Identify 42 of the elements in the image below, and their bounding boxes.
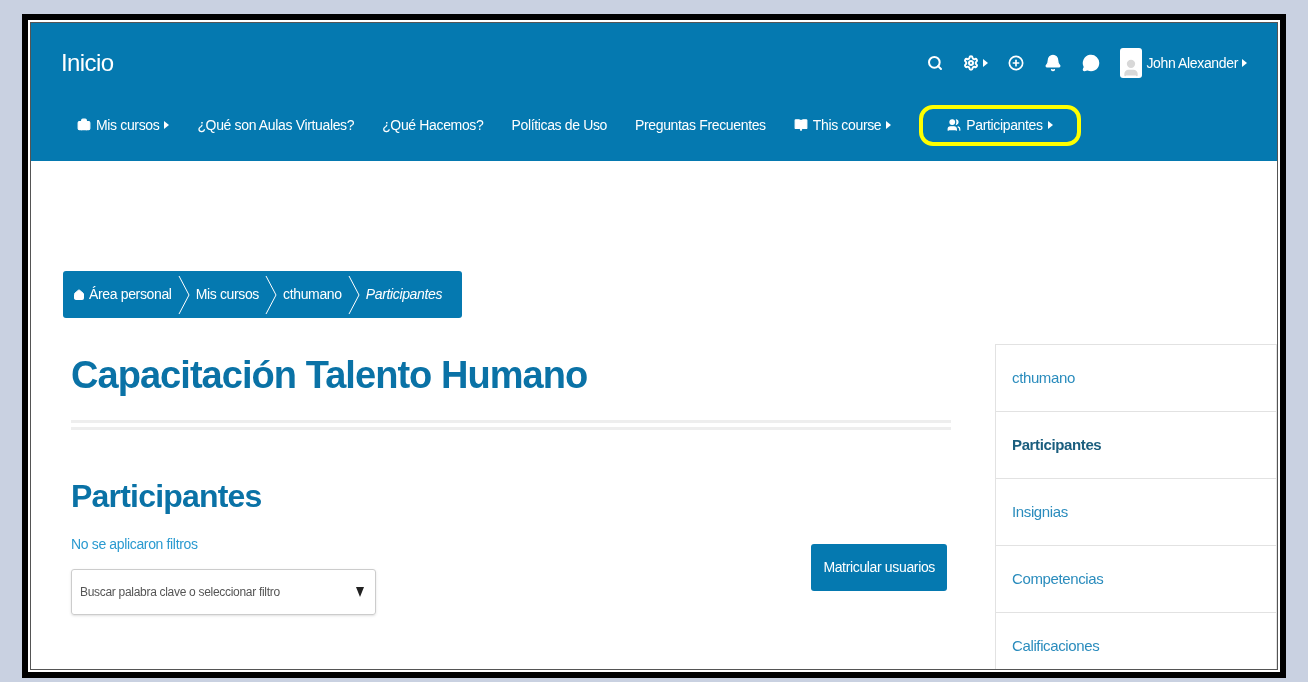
nav-item[interactable]: ¿Qué son Aulas Virtuales? bbox=[197, 114, 355, 136]
course-title: Capacitación Talento Humano bbox=[71, 356, 589, 394]
sidebar-item[interactable]: Participantes bbox=[996, 412, 1276, 479]
circle-plus-icon[interactable] bbox=[1008, 55, 1025, 71]
section-title: Participantes bbox=[71, 480, 263, 512]
enrol-users-button[interactable]: Matricular usuarios bbox=[811, 544, 947, 591]
chat-icon[interactable] bbox=[1082, 54, 1101, 72]
sidebar-item[interactable]: Competencias bbox=[996, 546, 1276, 613]
nav-item[interactable]: Políticas de Uso bbox=[511, 114, 607, 136]
sidebar-item[interactable]: Insignias bbox=[996, 479, 1276, 546]
sidebar-item[interactable]: Calificaciones bbox=[996, 613, 1276, 669]
caret-icon bbox=[886, 121, 892, 129]
dropdown-caret-icon bbox=[356, 587, 364, 597]
nav-item[interactable]: Participantes bbox=[919, 104, 1081, 146]
nav-item[interactable]: ¿Qué Hacemos? bbox=[382, 114, 484, 136]
briefcase-icon bbox=[77, 118, 91, 132]
caret-icon bbox=[1242, 59, 1247, 67]
breadcrumb-link[interactable]: Participantes bbox=[365, 284, 443, 305]
breadcrumb-link[interactable]: cthumano bbox=[283, 284, 342, 305]
filter-status-link[interactable]: No se aplicaron filtros bbox=[71, 534, 376, 555]
home-icon bbox=[73, 288, 85, 301]
nav-item[interactable]: This course bbox=[793, 114, 892, 136]
breadcrumb-link[interactable]: Área personal bbox=[73, 284, 172, 305]
chevron-icon bbox=[347, 274, 360, 315]
settings-icon[interactable] bbox=[963, 55, 980, 71]
chevron-icon bbox=[177, 274, 190, 315]
users-icon bbox=[947, 118, 962, 132]
brand-link[interactable]: Inicio bbox=[61, 45, 114, 81]
breadcrumb-link[interactable]: Mis cursos bbox=[195, 284, 260, 305]
caret-icon bbox=[164, 121, 170, 129]
chevron-icon bbox=[265, 274, 278, 315]
user-menu[interactable]: John Alexander bbox=[1146, 52, 1238, 74]
nav-item[interactable]: Mis cursos bbox=[77, 114, 170, 136]
book-icon bbox=[793, 118, 808, 132]
avatar-icon[interactable] bbox=[1120, 48, 1143, 78]
caret-icon bbox=[1047, 121, 1053, 129]
caret-icon bbox=[983, 59, 989, 67]
search-field[interactable]: Buscar palabra clave o seleccionar filtro bbox=[71, 569, 376, 615]
nav-item[interactable]: Preguntas Frecuentes bbox=[635, 114, 766, 136]
bell-icon[interactable] bbox=[1044, 54, 1063, 72]
sidebar-item[interactable]: cthumano bbox=[996, 345, 1276, 412]
search-icon[interactable] bbox=[927, 55, 944, 71]
